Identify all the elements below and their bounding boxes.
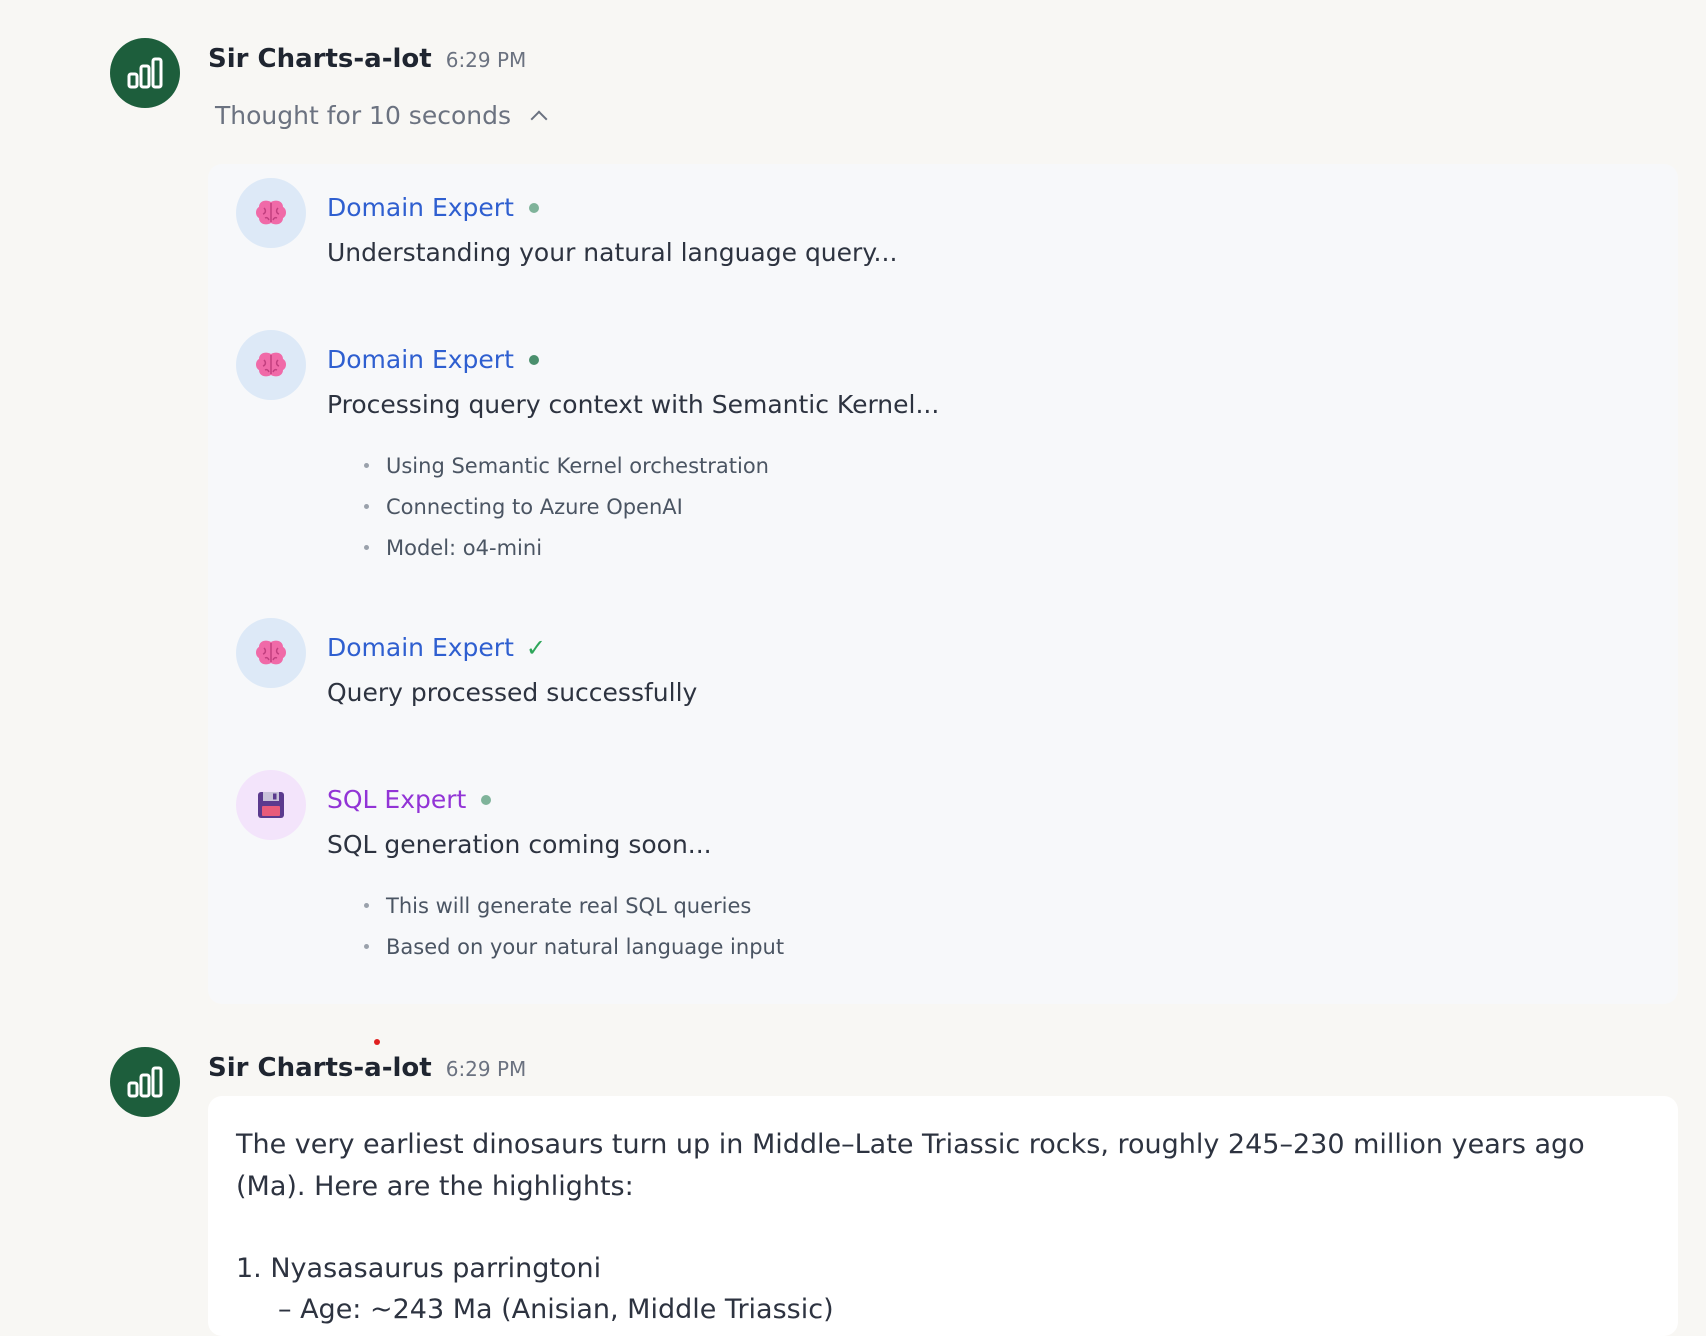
step-text: Processing query context with Semantic K…	[327, 390, 940, 419]
detail-item: Based on your natural language input	[356, 927, 784, 968]
brain-icon	[236, 330, 306, 400]
bar-chart-icon	[127, 57, 163, 89]
brain-icon	[236, 178, 306, 248]
step-header: Domain Expert ✓	[327, 633, 546, 662]
agent-name: Domain Expert	[327, 633, 514, 662]
detail-item: Connecting to Azure OpenAI	[356, 487, 769, 528]
brain-icon	[236, 618, 306, 688]
timestamp: 6:29 PM	[445, 48, 527, 72]
message-header: Sir Charts-a-lot 6:29 PM	[208, 1053, 526, 1083]
answer-paragraph: The very earliest dinosaurs turn up in M…	[236, 1129, 1585, 1202]
agent-name: Domain Expert	[327, 345, 514, 374]
detail-item: This will generate real SQL queries	[356, 886, 784, 927]
step-header: Domain Expert	[327, 193, 539, 222]
step-header: SQL Expert	[327, 785, 492, 814]
answer-card: The very earliest dinosaurs turn up in M…	[208, 1096, 1678, 1336]
bar-chart-icon	[127, 1066, 163, 1098]
answer-list-item: 1. Nyasasaurus parringtoni	[236, 1253, 602, 1284]
status-dot	[528, 354, 539, 365]
agent-name: Domain Expert	[327, 193, 514, 222]
answer-list-subitem: – Age: ~243 Ma (Anisian, Middle Triassic…	[278, 1294, 834, 1325]
detail-item: Using Semantic Kernel orchestration	[356, 446, 769, 487]
step-text: Understanding your natural language quer…	[327, 238, 898, 267]
bot-avatar	[110, 1047, 180, 1117]
timestamp: 6:29 PM	[445, 1057, 527, 1081]
step-text: Query processed successfully	[327, 678, 698, 707]
step-details: Using Semantic Kernel orchestration Conn…	[356, 446, 769, 569]
detail-item: Model: o4-mini	[356, 528, 769, 569]
status-dot	[481, 794, 492, 805]
mouse-cursor-indicator	[374, 1039, 380, 1045]
chevron-up-icon	[530, 110, 548, 127]
thought-toggle-label: Thought for 10 seconds	[215, 101, 511, 130]
checkmark-icon: ✓	[525, 633, 546, 662]
floppy-disk-icon	[236, 770, 306, 840]
step-text: SQL generation coming soon...	[327, 830, 712, 859]
sender-name: Sir Charts-a-lot	[208, 44, 432, 74]
step-header: Domain Expert	[327, 345, 539, 374]
bot-avatar	[110, 38, 180, 108]
thought-toggle[interactable]: Thought for 10 seconds	[215, 101, 548, 130]
agent-name: SQL Expert	[327, 785, 467, 814]
message-header: Sir Charts-a-lot 6:29 PM	[208, 44, 526, 74]
step-details: This will generate real SQL queries Base…	[356, 886, 784, 968]
sender-name: Sir Charts-a-lot	[208, 1053, 432, 1083]
thought-panel: Domain Expert Understanding your natural…	[208, 164, 1678, 1004]
status-dot	[528, 202, 539, 213]
